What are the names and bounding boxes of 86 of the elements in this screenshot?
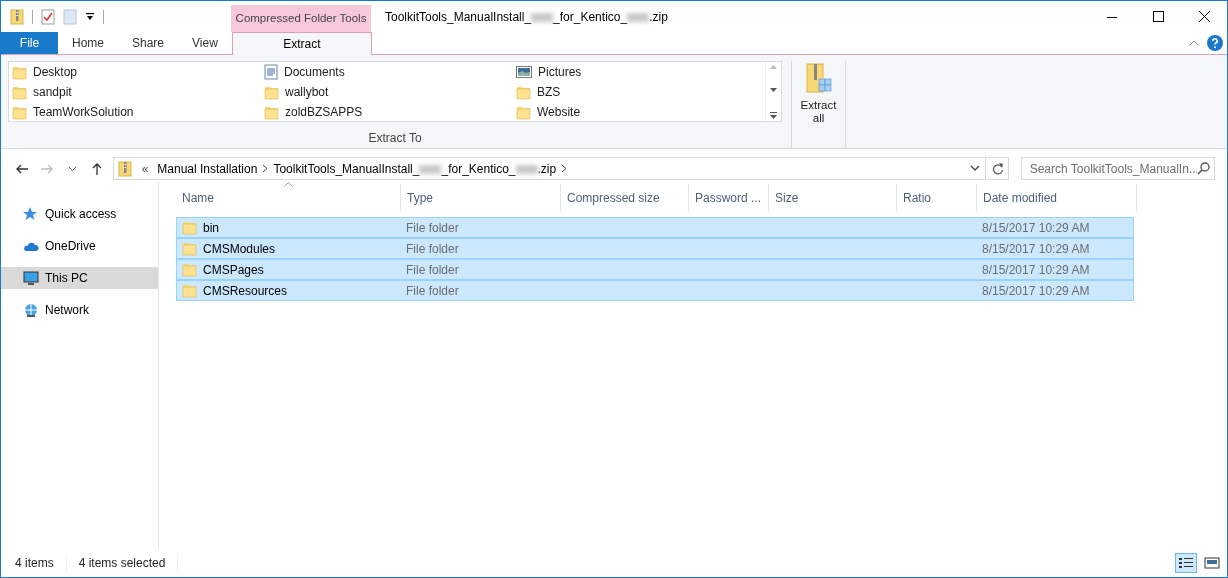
star-icon xyxy=(23,207,39,221)
scroll-down-icon[interactable] xyxy=(770,88,777,93)
overflow-chevron[interactable]: « xyxy=(137,159,153,178)
picture-icon xyxy=(516,66,532,78)
column-header[interactable]: Password ... xyxy=(689,184,769,212)
file-name: CMSPages xyxy=(203,261,264,279)
destination-item[interactable]: Pictures xyxy=(513,62,765,82)
file-type: File folder xyxy=(405,261,460,279)
destination-item[interactable]: sandpit xyxy=(9,82,261,102)
folder-icon xyxy=(12,64,27,80)
context-tab-header: Compressed Folder Tools xyxy=(231,5,371,32)
destination-item[interactable]: Documents xyxy=(261,62,513,82)
sidebar-item[interactable]: This PC xyxy=(1,267,158,289)
maximize-icon xyxy=(1152,11,1164,22)
zip-folder-icon xyxy=(117,160,132,177)
details-view-button[interactable] xyxy=(1175,553,1197,573)
folder-icon xyxy=(264,84,279,100)
zip-extract-icon xyxy=(805,63,832,95)
extract-all-button[interactable]: Extract all xyxy=(791,61,846,148)
file-name: CMSResources xyxy=(203,282,288,300)
folder-icon xyxy=(182,262,197,277)
network-icon xyxy=(23,303,39,317)
destination-item[interactable]: BZS xyxy=(513,82,765,102)
file-type: File folder xyxy=(405,282,460,300)
folder-icon xyxy=(182,220,197,235)
date-modified: 8/15/2017 10:29 AM xyxy=(981,261,1091,279)
zip-folder-icon xyxy=(10,8,24,25)
folder-icon xyxy=(182,241,197,256)
chevron-right-icon xyxy=(561,164,568,173)
dropdown-icon[interactable] xyxy=(85,11,95,22)
document-icon xyxy=(264,64,278,80)
date-modified: 8/15/2017 10:29 AM xyxy=(981,282,1091,300)
sidebar-item[interactable]: OneDrive xyxy=(1,235,158,257)
group-label: Extract To xyxy=(367,130,423,147)
large-icons-view-icon xyxy=(1204,556,1220,570)
column-header[interactable]: Name xyxy=(176,184,401,212)
folder-icon xyxy=(12,84,27,100)
collapse-ribbon-icon[interactable] xyxy=(1189,39,1199,47)
refresh-button[interactable] xyxy=(987,157,1009,180)
ribbon-tab[interactable]: Home xyxy=(58,32,118,54)
sidebar-item[interactable]: Quick access xyxy=(1,203,158,225)
column-header[interactable]: Compressed size xyxy=(561,184,689,212)
dropdown-icon xyxy=(67,165,77,172)
folder-icon xyxy=(182,283,197,298)
folder-icon xyxy=(12,104,27,120)
folder-icon xyxy=(516,84,531,100)
window-title: ToolkitTools_ManualInstall_ _for_Kentico_ .zip xyxy=(385,8,668,26)
details-view-icon xyxy=(1178,556,1194,570)
computer-icon xyxy=(23,271,39,285)
close-icon xyxy=(1198,11,1210,22)
sort-icon[interactable] xyxy=(284,182,293,187)
date-modified: 8/15/2017 10:29 AM xyxy=(981,219,1091,237)
ribbon-tab[interactable]: Extract xyxy=(231,32,372,55)
sidebar-item[interactable]: Network xyxy=(1,299,158,321)
breadcrumb[interactable]: Manual Installation xyxy=(152,159,263,178)
date-modified: 8/15/2017 10:29 AM xyxy=(981,240,1091,258)
column-header[interactable]: Date modified xyxy=(977,184,1137,212)
column-header[interactable]: Type xyxy=(401,184,561,212)
file-type: File folder xyxy=(405,240,460,258)
destination-item[interactable]: TeamWorkSolution xyxy=(9,102,261,122)
item-count: 4 items xyxy=(15,554,67,572)
column-header[interactable]: Size xyxy=(769,184,897,212)
dropdown-icon[interactable] xyxy=(969,165,980,172)
properties-icon[interactable] xyxy=(41,8,55,25)
selection-count: 4 items selected xyxy=(78,554,179,572)
file-name: CMSModules xyxy=(203,240,276,258)
destination-item[interactable]: zoldBZSAPPS xyxy=(261,102,513,122)
search-icon xyxy=(1197,162,1211,175)
chevron-right-icon xyxy=(262,164,269,173)
file-name: bin xyxy=(203,219,219,237)
refresh-icon xyxy=(991,162,1004,175)
address-bar[interactable]: « Manual Installation ToolkitTools_ManualInstall_ _for_Kentico_ .zip xyxy=(112,157,986,180)
ribbon-tab[interactable]: View xyxy=(178,32,232,54)
breadcrumb[interactable]: ToolkitTools_ManualInstall_ _for_Kentico_ .zip xyxy=(268,159,562,178)
search-field[interactable]: Search ToolkitTools_ManualIn... xyxy=(1020,157,1216,180)
more-icon[interactable] xyxy=(770,112,777,119)
destination-item[interactable]: Desktop xyxy=(9,62,261,82)
ribbon-tab[interactable]: File xyxy=(1,32,58,54)
file-type: File folder xyxy=(405,219,460,237)
column-header[interactable]: Ratio xyxy=(897,184,977,212)
destination-item[interactable]: Website xyxy=(513,102,765,122)
folder-icon xyxy=(264,104,279,120)
destination-item[interactable]: wallybot xyxy=(261,82,513,102)
help-icon[interactable] xyxy=(1207,35,1223,51)
ribbon-tab[interactable]: Share xyxy=(118,32,179,54)
folder-icon xyxy=(516,104,531,120)
